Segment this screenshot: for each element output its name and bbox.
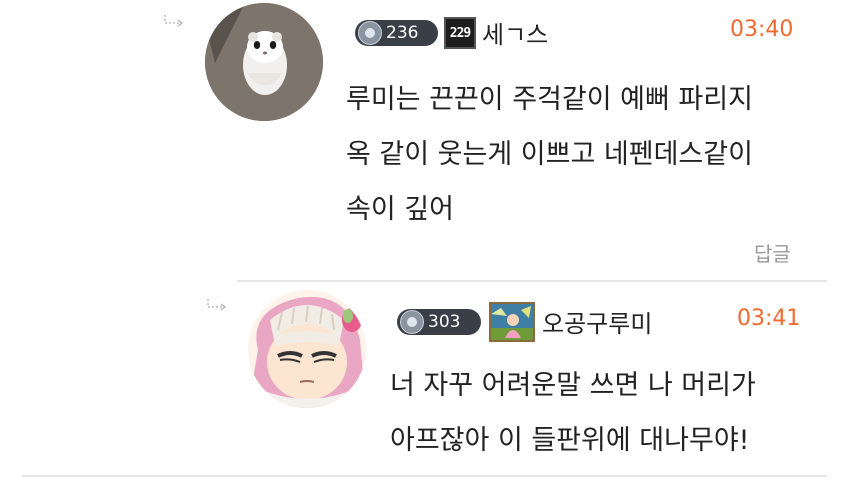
nickname[interactable]: 오공구루미 xyxy=(542,304,652,339)
divider xyxy=(22,475,827,477)
divider xyxy=(237,280,827,282)
reply-button[interactable]: 답글 xyxy=(754,238,791,267)
avatar-anime-girl xyxy=(248,290,366,408)
level-badge: 303 xyxy=(397,309,481,335)
reply-arrow-icon xyxy=(164,15,184,27)
square-badge-text: 229 xyxy=(449,25,472,41)
level-gem-icon xyxy=(400,310,424,334)
timestamp: 03:41 xyxy=(737,306,801,331)
level-number: 236 xyxy=(386,23,419,43)
comment-line: 아프잖아 이 들판위에 대나무야! xyxy=(390,425,750,456)
comment-line: 너 자꾸 어려운말 쓰면 나 머리가 xyxy=(390,370,756,401)
comment-line: 옥 같이 웃는게 이쁘고 네펜데스같이 xyxy=(346,139,753,170)
timestamp: 03:40 xyxy=(730,17,794,42)
reply-arrow-icon xyxy=(207,299,227,311)
comment-line: 속이 깊어 xyxy=(346,194,454,225)
nickname[interactable]: 세ㄱ스 xyxy=(482,15,548,50)
square-badge-icon: 229 xyxy=(444,17,476,49)
comment-line: 루미는 끈끈이 주걱같이 예뻐 파리지 xyxy=(346,84,753,115)
level-badge: 236 xyxy=(355,20,438,46)
avatar-flying-squirrel xyxy=(205,3,323,121)
game-character-badge-icon xyxy=(489,302,535,342)
level-gem-icon xyxy=(358,21,382,45)
avatar[interactable] xyxy=(205,3,323,121)
comment-body: 너 자꾸 어려운말 쓰면 나 머리가 아프잖아 이 들판위에 대나무야! xyxy=(390,358,830,468)
comment-body: 루미는 끈끈이 주걱같이 예뻐 파리지 옥 같이 웃는게 이쁘고 네펜데스같이 … xyxy=(346,72,816,237)
avatar[interactable] xyxy=(248,290,366,408)
level-number: 303 xyxy=(428,312,461,332)
